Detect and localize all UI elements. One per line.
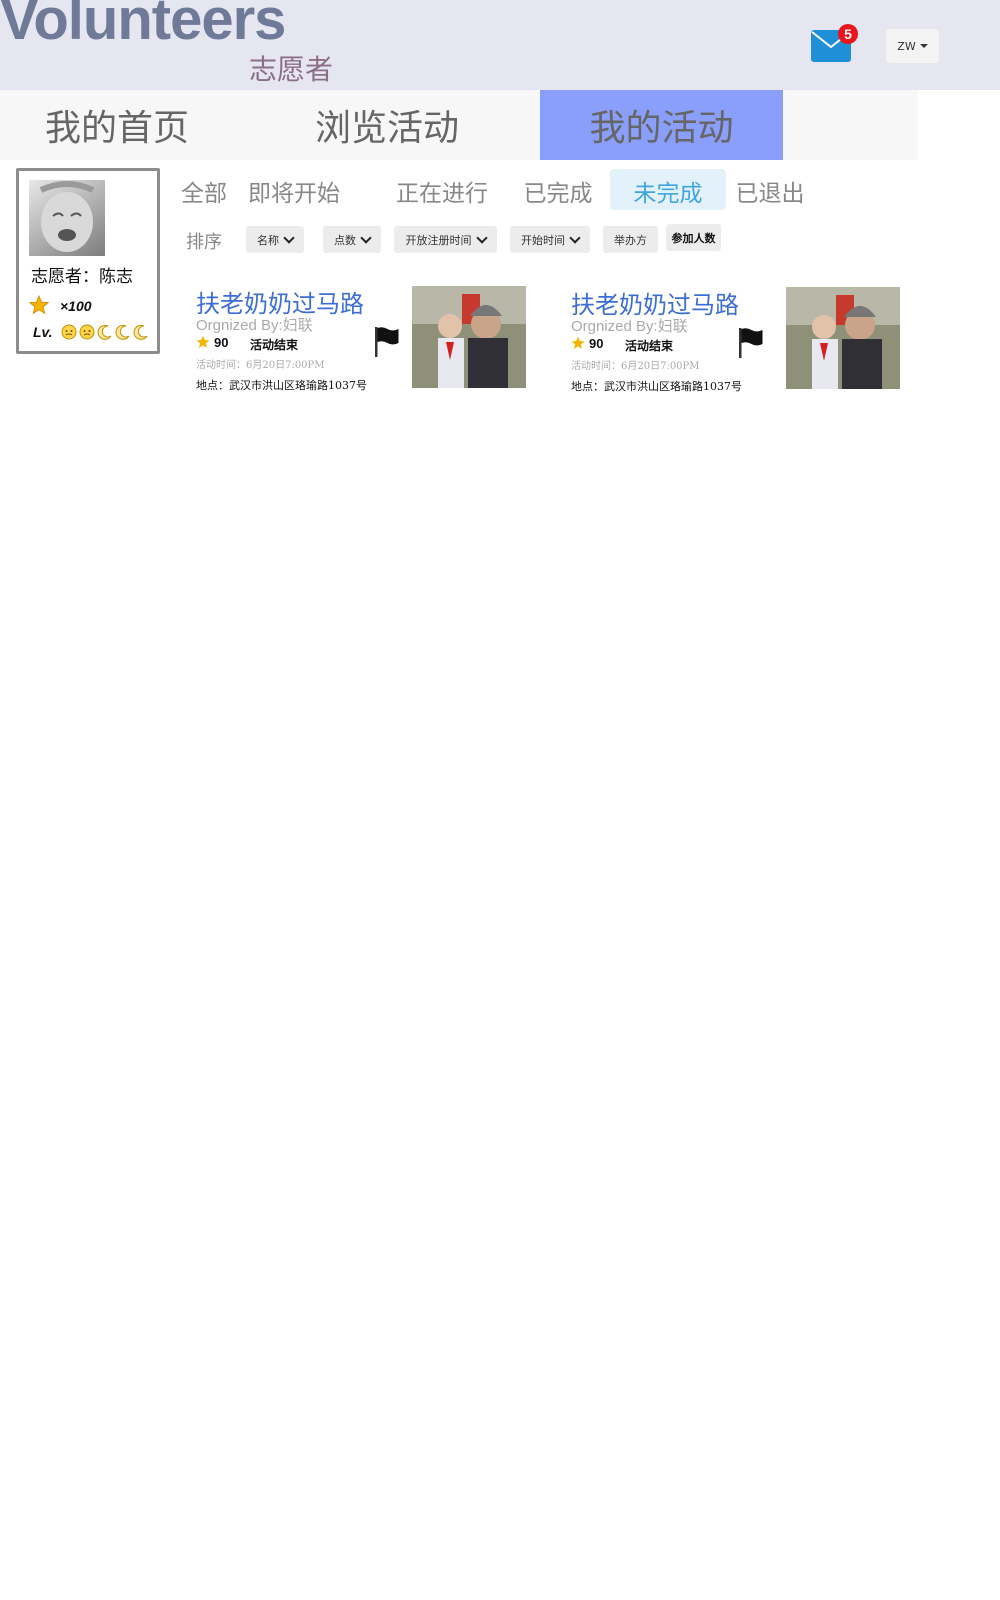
activity-photo bbox=[412, 286, 526, 388]
activity-status: 活动结束 bbox=[625, 339, 674, 353]
sun-face-icon bbox=[79, 324, 95, 340]
sun-face-icon bbox=[61, 324, 77, 340]
caret-down-icon bbox=[919, 44, 928, 48]
activity-time: 活动时间：6月20日7:00PM bbox=[196, 360, 325, 371]
activity-points: 90 bbox=[589, 336, 604, 351]
points-count: ×100 bbox=[60, 298, 92, 314]
activity-organizer: Orgnized By:妇联 bbox=[196, 317, 313, 334]
activity-location: 地点：武汉市洪山区珞瑜路1037号 bbox=[196, 379, 367, 392]
star-icon bbox=[196, 335, 210, 348]
chevron-down-icon bbox=[569, 231, 581, 244]
sort-by-organizer-button[interactable]: 举办方 bbox=[603, 226, 658, 253]
volunteer-name: 志愿者：陈志 bbox=[31, 267, 133, 287]
chevron-down-icon bbox=[475, 231, 488, 244]
language-dropdown[interactable]: ZW bbox=[886, 29, 939, 63]
chevron-down-icon bbox=[283, 231, 295, 244]
activity-image[interactable] bbox=[412, 286, 526, 388]
filter-tab-label: 全部 bbox=[181, 181, 227, 207]
level-label: Lv. bbox=[33, 324, 53, 340]
sort-button-label: 点数 bbox=[334, 233, 356, 247]
nav-item-browse[interactable]: 浏览活动 bbox=[270, 90, 504, 160]
logo-title[interactable]: Volunteers bbox=[0, 0, 286, 53]
flag-icon[interactable] bbox=[738, 327, 764, 359]
filter-tab-all[interactable]: 全部 bbox=[176, 170, 232, 212]
filter-tab-incomplete[interactable]: 未完成 bbox=[610, 170, 726, 212]
filter-tab-withdrawn[interactable]: 已退出 bbox=[730, 170, 810, 212]
activity-time: 活动时间：6月20日7:00PM bbox=[571, 361, 700, 372]
sort-by-registration-time-button[interactable]: 开放注册时间 bbox=[394, 226, 497, 253]
sort-button-label: 名称 bbox=[257, 233, 279, 247]
sort-by-start-time-button[interactable]: 开始时间 bbox=[510, 226, 590, 253]
star-icon bbox=[571, 336, 585, 349]
activity-points: 90 bbox=[214, 335, 229, 350]
filter-tab-upcoming[interactable]: 即将开始 bbox=[244, 170, 344, 212]
logo-subtitle: 志愿者 bbox=[249, 53, 334, 86]
filter-tab-label: 已完成 bbox=[523, 181, 593, 207]
filter-tab-ongoing[interactable]: 正在进行 bbox=[392, 170, 492, 212]
flag-icon[interactable] bbox=[374, 326, 400, 358]
nav-item-label: 我的首页 bbox=[44, 108, 189, 149]
sort-button-label: 开放注册时间 bbox=[405, 233, 472, 247]
language-label: ZW bbox=[897, 39, 916, 53]
moon-icon bbox=[115, 324, 130, 340]
filter-tab-completed[interactable]: 已完成 bbox=[518, 170, 598, 212]
chevron-down-icon bbox=[360, 231, 372, 244]
mail-count-badge: 5 bbox=[838, 24, 858, 44]
activity-organizer: Orgnized By:妇联 bbox=[571, 318, 688, 335]
activity-photo bbox=[786, 287, 900, 389]
sort-label: 排序 bbox=[186, 232, 222, 253]
sort-by-participants-button[interactable]: 参加人数 bbox=[666, 224, 721, 251]
baby-photo bbox=[39, 181, 95, 252]
sort-button-label: 参加人数 bbox=[671, 231, 716, 245]
filter-tab-label: 已退出 bbox=[735, 181, 805, 207]
filter-tab-label: 即将开始 bbox=[248, 181, 340, 207]
activity-image[interactable] bbox=[786, 287, 900, 389]
nav-item-label: 我的活动 bbox=[589, 108, 734, 149]
star-icon bbox=[29, 295, 49, 315]
activity-status: 活动结束 bbox=[250, 338, 299, 352]
level-icons bbox=[61, 324, 149, 340]
moon-icon bbox=[133, 324, 148, 340]
moon-icon bbox=[97, 324, 112, 340]
nav-item-home[interactable]: 我的首页 bbox=[0, 90, 234, 160]
activity-location: 地点：武汉市洪山区珞瑜路1037号 bbox=[571, 380, 742, 393]
filter-tab-label: 未完成 bbox=[633, 181, 703, 207]
sort-button-label: 举办方 bbox=[614, 233, 647, 247]
sort-by-points-button[interactable]: 点数 bbox=[323, 226, 381, 253]
avatar bbox=[29, 180, 105, 256]
sort-button-label: 开始时间 bbox=[521, 233, 565, 247]
nav-item-my-activities[interactable]: 我的活动 bbox=[540, 90, 783, 160]
filter-tab-label: 正在进行 bbox=[396, 181, 488, 207]
sort-by-name-button[interactable]: 名称 bbox=[246, 226, 304, 253]
nav-item-label: 浏览活动 bbox=[314, 108, 459, 149]
